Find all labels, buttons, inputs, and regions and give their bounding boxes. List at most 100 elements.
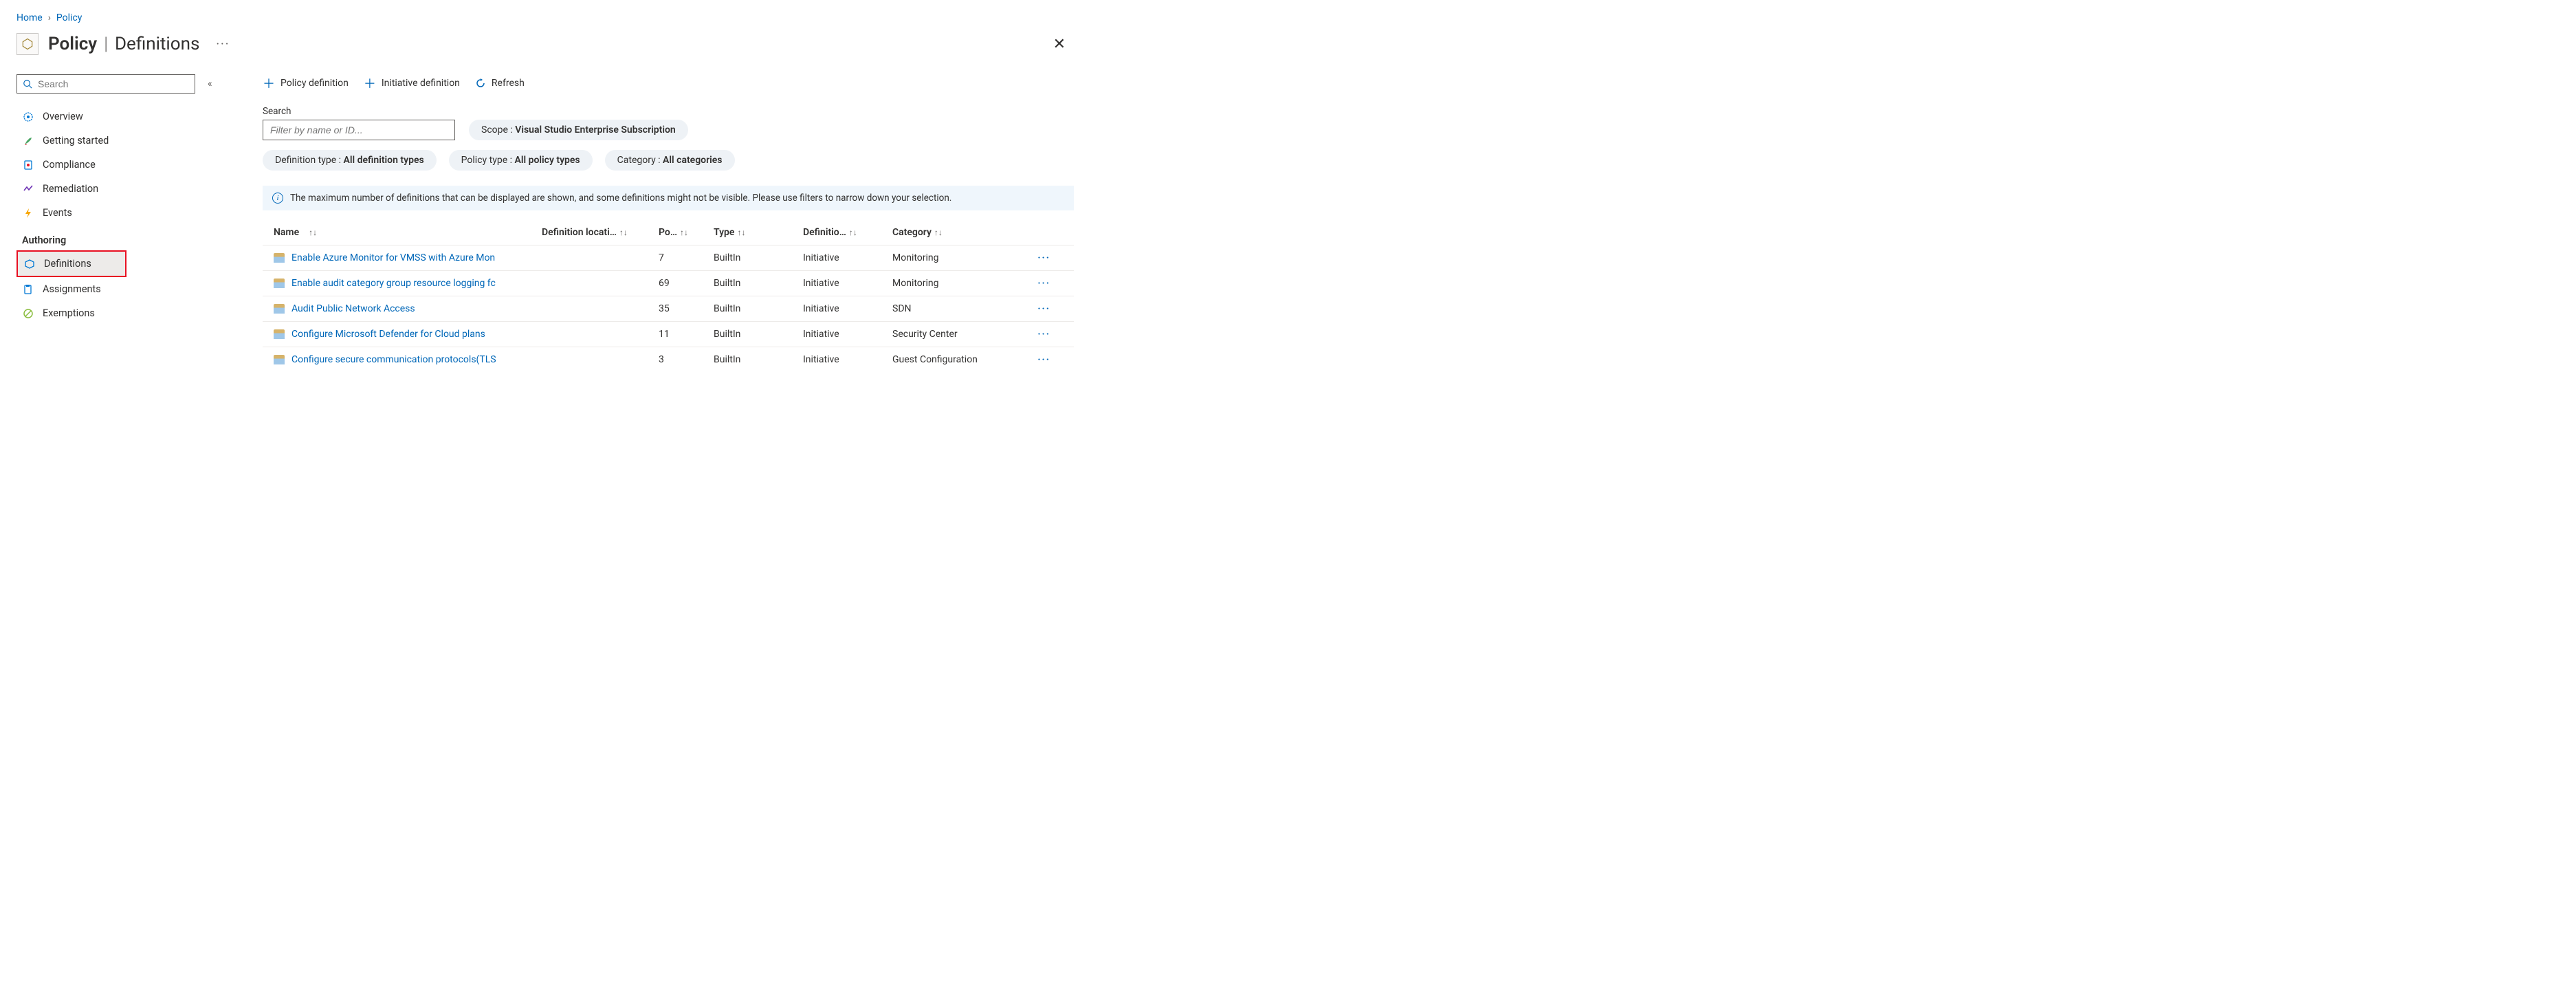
row-policies: 11 bbox=[659, 329, 714, 340]
row-actions-icon[interactable]: ··· bbox=[1037, 303, 1050, 314]
table-row[interactable]: Audit Public Network Access35BuiltInInit… bbox=[263, 296, 1074, 321]
initiative-icon bbox=[274, 329, 285, 339]
toolbar-label: Policy definition bbox=[280, 78, 349, 89]
row-category: Monitoring bbox=[892, 252, 1023, 263]
pill-val: All policy types bbox=[514, 155, 580, 166]
pill-val: Visual Studio Enterprise Subscription bbox=[515, 124, 675, 135]
pill-key: Definition type : bbox=[275, 155, 344, 166]
breadcrumb-home[interactable]: Home bbox=[16, 12, 43, 23]
row-actions-icon[interactable]: ··· bbox=[1037, 252, 1050, 263]
toolbar-refresh[interactable]: Refresh bbox=[475, 78, 525, 89]
header-more-icon[interactable]: ··· bbox=[216, 37, 230, 52]
row-name-link[interactable]: Enable audit category group resource log… bbox=[291, 278, 496, 289]
col-category[interactable]: Category↑↓ bbox=[892, 227, 1023, 238]
col-label: Definitio… bbox=[803, 227, 846, 238]
sidebar-item-label: Definitions bbox=[44, 258, 91, 270]
row-name-link[interactable]: Configure secure communication protocols… bbox=[291, 354, 496, 365]
sidebar-search-input[interactable] bbox=[38, 78, 189, 89]
row-definition: Initiative bbox=[803, 252, 892, 263]
filter-scope[interactable]: Scope : Visual Studio Enterprise Subscri… bbox=[469, 120, 688, 140]
search-icon bbox=[23, 79, 32, 89]
filter-policy-type[interactable]: Policy type : All policy types bbox=[449, 150, 593, 171]
info-icon: i bbox=[272, 193, 283, 204]
initiative-icon bbox=[274, 304, 285, 314]
sidebar-search[interactable] bbox=[16, 74, 195, 94]
row-actions-icon[interactable]: ··· bbox=[1037, 354, 1050, 365]
breadcrumb-policy[interactable]: Policy bbox=[56, 12, 82, 23]
page-title-sep: | bbox=[104, 34, 108, 54]
pill-val: All definition types bbox=[344, 155, 424, 166]
sidebar-item-label: Exemptions bbox=[43, 307, 95, 319]
col-type[interactable]: Type↑↓ bbox=[714, 227, 803, 238]
row-policies: 35 bbox=[659, 303, 714, 314]
filter-definition-type[interactable]: Definition type : All definition types bbox=[263, 150, 437, 171]
table-row[interactable]: Configure secure communication protocols… bbox=[263, 347, 1074, 372]
row-name-link[interactable]: Configure Microsoft Defender for Cloud p… bbox=[291, 329, 485, 340]
col-policies[interactable]: Po…↑↓ bbox=[659, 227, 714, 238]
row-type: BuiltIn bbox=[714, 329, 803, 340]
row-definition: Initiative bbox=[803, 278, 892, 289]
sort-icon: ↑↓ bbox=[619, 228, 628, 237]
row-name-link[interactable]: Enable Azure Monitor for VMSS with Azure… bbox=[291, 252, 495, 263]
info-text: The maximum number of definitions that c… bbox=[290, 193, 951, 204]
table-row[interactable]: Enable Azure Monitor for VMSS with Azure… bbox=[263, 245, 1074, 270]
page-header: Policy | Definitions ··· ✕ bbox=[16, 33, 1072, 55]
policy-resource-icon bbox=[16, 33, 38, 55]
page-title-strong: Policy bbox=[48, 34, 97, 54]
col-location[interactable]: Definition locati…↑↓ bbox=[542, 227, 659, 238]
definitions-icon bbox=[23, 259, 36, 270]
initiative-icon bbox=[274, 279, 285, 288]
sidebar-item-label: Assignments bbox=[43, 283, 101, 295]
row-definition: Initiative bbox=[803, 303, 892, 314]
refresh-icon bbox=[475, 78, 486, 89]
col-name[interactable]: Name↑↓ bbox=[274, 227, 542, 238]
filter-category[interactable]: Category : All categories bbox=[605, 150, 735, 171]
col-label: Name bbox=[274, 227, 299, 238]
filter-search-input[interactable] bbox=[263, 120, 455, 140]
sidebar-item-overview[interactable]: Overview bbox=[16, 105, 243, 129]
table-row[interactable]: Configure Microsoft Defender for Cloud p… bbox=[263, 321, 1074, 347]
toolbar-label: Refresh bbox=[492, 78, 525, 89]
sort-icon: ↑↓ bbox=[849, 228, 857, 237]
col-label: Category bbox=[892, 227, 932, 238]
row-name-link[interactable]: Audit Public Network Access bbox=[291, 303, 415, 314]
row-definition: Initiative bbox=[803, 329, 892, 340]
sidebar-item-label: Compliance bbox=[43, 159, 96, 171]
col-label: Type bbox=[714, 227, 734, 238]
table-header: Name↑↓ Definition locati…↑↓ Po…↑↓ Type↑↓… bbox=[263, 220, 1074, 245]
sidebar-item-exemptions[interactable]: Exemptions bbox=[16, 301, 243, 325]
overview-icon bbox=[22, 111, 34, 122]
close-icon[interactable]: ✕ bbox=[1053, 36, 1072, 53]
toolbar: ＋ Policy definition ＋ Initiative definit… bbox=[263, 74, 1074, 92]
col-label: Definition locati… bbox=[542, 227, 617, 238]
col-definition[interactable]: Definitio…↑↓ bbox=[803, 227, 892, 238]
definitions-table: Name↑↓ Definition locati…↑↓ Po…↑↓ Type↑↓… bbox=[263, 220, 1074, 372]
sidebar-item-label: Remediation bbox=[43, 183, 98, 195]
row-actions-icon[interactable]: ··· bbox=[1037, 278, 1050, 289]
sidebar-item-events[interactable]: Events bbox=[16, 201, 243, 225]
sort-icon: ↑↓ bbox=[680, 228, 688, 237]
exemptions-icon bbox=[22, 308, 34, 319]
toolbar-initiative-definition[interactable]: ＋ Initiative definition bbox=[364, 74, 460, 92]
events-icon bbox=[22, 208, 34, 219]
pill-key: Scope : bbox=[481, 124, 515, 135]
pill-val: All categories bbox=[663, 155, 722, 166]
sidebar-item-getting-started[interactable]: Getting started bbox=[16, 129, 243, 153]
plus-icon: ＋ bbox=[263, 74, 275, 92]
row-definition: Initiative bbox=[803, 354, 892, 365]
compliance-icon bbox=[22, 160, 34, 171]
row-actions-icon[interactable]: ··· bbox=[1037, 329, 1050, 340]
sidebar-section-authoring: Authoring bbox=[16, 225, 243, 250]
breadcrumb-sep: › bbox=[48, 12, 51, 23]
sidebar-item-remediation[interactable]: Remediation bbox=[16, 177, 243, 201]
sidebar-item-assignments[interactable]: Assignments bbox=[16, 277, 243, 301]
row-category: Guest Configuration bbox=[892, 354, 1023, 365]
row-policies: 3 bbox=[659, 354, 714, 365]
sidebar-item-compliance[interactable]: Compliance bbox=[16, 153, 243, 177]
toolbar-policy-definition[interactable]: ＋ Policy definition bbox=[263, 74, 349, 92]
sidebar-item-definitions[interactable]: Definitions bbox=[18, 252, 125, 276]
assignments-icon bbox=[22, 284, 34, 295]
sort-icon: ↑↓ bbox=[737, 228, 745, 237]
table-row[interactable]: Enable audit category group resource log… bbox=[263, 270, 1074, 296]
collapse-sidebar-icon[interactable]: « bbox=[208, 78, 209, 89]
